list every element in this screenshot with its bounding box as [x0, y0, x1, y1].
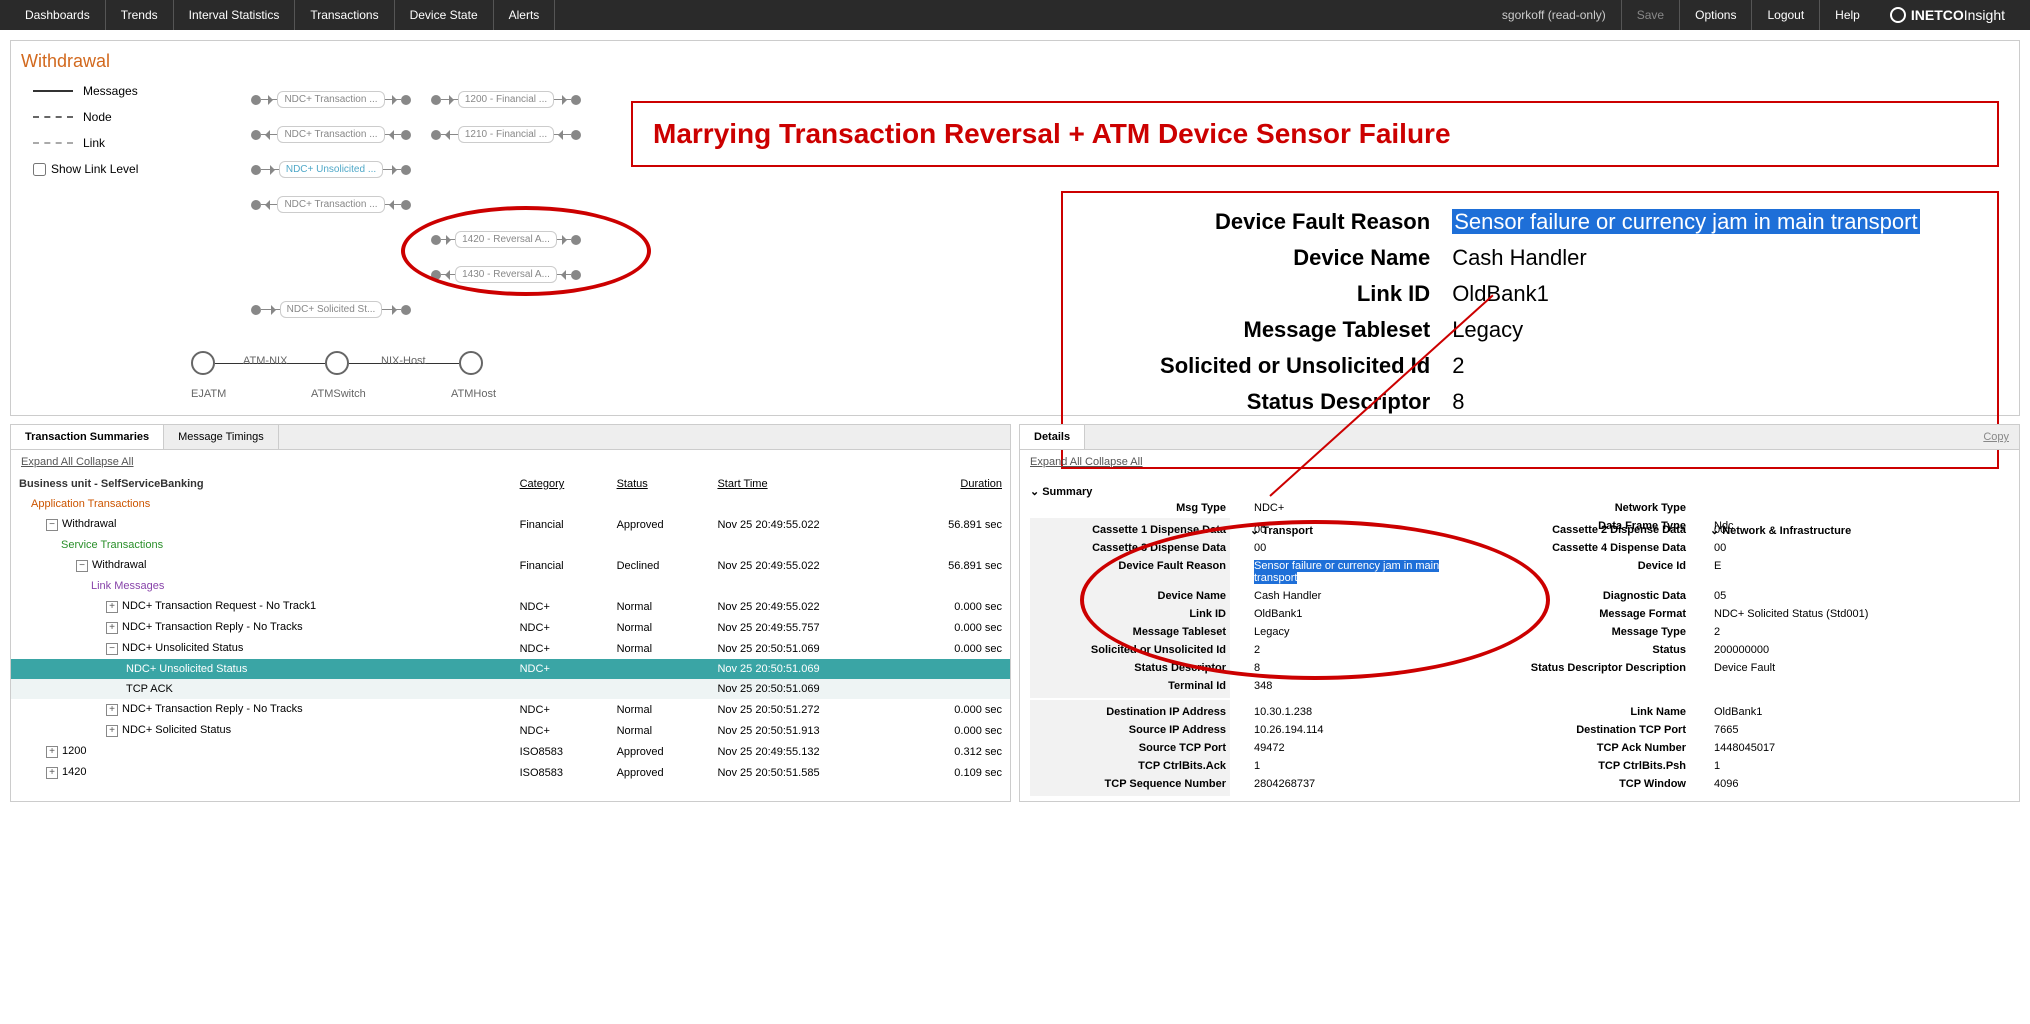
table-row[interactable]: +NDC+ Solicited StatusNDC+NormalNov 25 2…: [11, 720, 1010, 741]
copy-link[interactable]: Copy: [1973, 425, 2019, 449]
nav-device-state[interactable]: Device State: [395, 0, 494, 30]
table-row[interactable]: +NDC+ Transaction Request - No Track1NDC…: [11, 596, 1010, 617]
flow-panel: Withdrawal Messages Node Link Show Link …: [10, 40, 2020, 416]
section-transport[interactable]: Transport: [1250, 524, 1470, 696]
link-label: ATM-NIX: [243, 355, 287, 367]
legend-node: Node: [83, 110, 112, 124]
fault-reason-highlight: Sensor failure or currency jam in main t…: [1452, 209, 1919, 234]
nav-help[interactable]: Help: [1819, 0, 1875, 30]
nav-transactions[interactable]: Transactions: [295, 0, 394, 30]
nav-interval-stats[interactable]: Interval Statistics: [174, 0, 296, 30]
msg-box: 1420 - Reversal A...: [455, 231, 557, 248]
table-row[interactable]: −WithdrawalFinancialDeclinedNov 25 20:49…: [11, 555, 1010, 576]
node-label: ATMSwitch: [311, 388, 366, 400]
link-label: NIX-Host: [381, 355, 426, 367]
collapse-all-link[interactable]: Collapse All: [76, 456, 133, 468]
expand-all-link[interactable]: Expand All: [21, 456, 73, 468]
annotation-title: Marrying Transaction Reversal + ATM Devi…: [631, 101, 1999, 167]
collapse-all-details[interactable]: Collapse All: [1085, 456, 1142, 468]
table-row[interactable]: +1200ISO8583ApprovedNov 25 20:49:55.1320…: [11, 741, 1010, 762]
node-ejatm: [191, 351, 215, 375]
top-nav: Dashboards Trends Interval Statistics Tr…: [0, 0, 2030, 30]
nav-logout[interactable]: Logout: [1751, 0, 1819, 30]
table-row[interactable]: +NDC+ Transaction Reply - No TracksNDC+N…: [11, 699, 1010, 720]
table-row[interactable]: +NDC+ Transaction Reply - No TracksNDC+N…: [11, 617, 1010, 638]
node-atmhost: [459, 351, 483, 375]
flow-title: Withdrawal: [21, 51, 501, 72]
flow-chart: Withdrawal Messages Node Link Show Link …: [11, 41, 511, 415]
tab-timings[interactable]: Message Timings: [164, 425, 279, 449]
app-transactions-header[interactable]: Application Transactions: [11, 494, 512, 514]
nav-dashboards[interactable]: Dashboards: [10, 0, 106, 30]
table-row[interactable]: +1420ISO8583ApprovedNov 25 20:50:51.5850…: [11, 762, 1010, 783]
msg-box: NDC+ Unsolicited ...: [279, 161, 383, 178]
node-label: ATMHost: [451, 388, 496, 400]
show-link-level-label: Show Link Level: [51, 162, 138, 176]
logo-icon: [1890, 7, 1906, 23]
user-label: sgorkoff (read-only): [1487, 8, 1621, 22]
details-pane: Details Copy Expand All Collapse All Sum…: [1019, 424, 2020, 802]
node-label: EJATM: [191, 388, 226, 400]
msg-box: NDC+ Solicited St...: [280, 301, 383, 318]
svc-transactions-header[interactable]: Service Transactions: [11, 535, 512, 555]
msg-box: 1210 - Financial ...: [458, 126, 554, 143]
tab-details[interactable]: Details: [1020, 425, 1085, 449]
table-row[interactable]: −WithdrawalFinancialApprovedNov 25 20:49…: [11, 514, 1010, 535]
table-row[interactable]: −NDC+ Unsolicited StatusNDC+NormalNov 25…: [11, 638, 1010, 659]
section-summary[interactable]: Summary: [1030, 485, 2009, 498]
msg-box: 1430 - Reversal A...: [455, 266, 557, 283]
transactions-pane: Transaction Summaries Message Timings Ex…: [10, 424, 1011, 802]
msg-box: 1200 - Financial ...: [458, 91, 554, 108]
nav-alerts[interactable]: Alerts: [494, 0, 556, 30]
legend-link: Link: [83, 136, 105, 150]
business-unit-label: Business unit - SelfServiceBanking: [11, 474, 512, 494]
section-content[interactable]: [1710, 500, 1890, 516]
nav-options[interactable]: Options: [1679, 0, 1751, 30]
nav-trends[interactable]: Trends: [106, 0, 174, 30]
section-network[interactable]: Network & Infrastructure: [1710, 524, 1890, 696]
msg-box: NDC+ Transaction ...: [277, 196, 384, 213]
nav-save[interactable]: Save: [1621, 0, 1679, 30]
brand-logo: INETCOInsight: [1875, 7, 2020, 23]
legend-messages: Messages: [83, 84, 138, 98]
tab-summaries[interactable]: Transaction Summaries: [11, 425, 164, 449]
show-link-level-checkbox[interactable]: [33, 163, 46, 176]
table-row-selected[interactable]: NDC+ Unsolicited StatusNDC+Nov 25 20:50:…: [11, 659, 1010, 679]
msg-box: NDC+ Transaction ...: [277, 126, 384, 143]
table-row[interactable]: TCP ACKNov 25 20:50:51.069: [11, 679, 1010, 699]
expand-all-details[interactable]: Expand All: [1030, 456, 1082, 468]
link-messages-header[interactable]: Link Messages: [11, 576, 512, 596]
msg-box: NDC+ Transaction ...: [277, 91, 384, 108]
node-atmswitch: [325, 351, 349, 375]
